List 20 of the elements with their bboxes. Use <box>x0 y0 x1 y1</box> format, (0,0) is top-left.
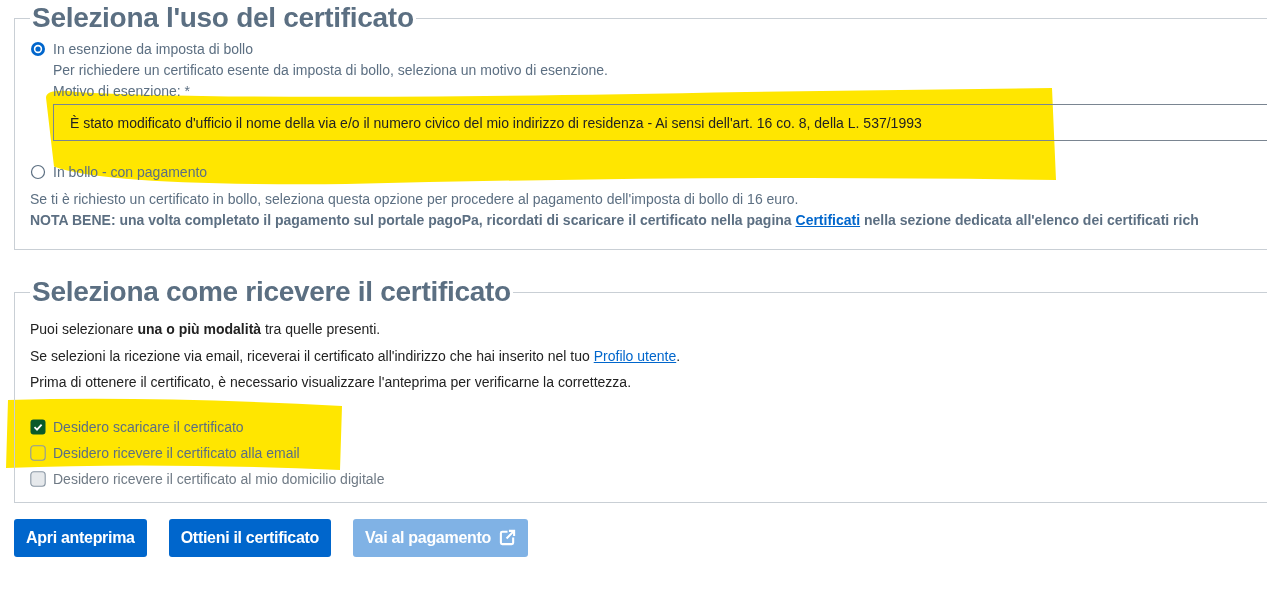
action-button[interactable]: Apri anteprima <box>14 518 147 557</box>
intro-text: Puoi selezionare una o più modalità tra quelle presenti. <box>30 320 382 339</box>
select-field[interactable]: È stato modificato d'ufficio il nome della via e/o il numero civico del mio indirizzo di residenza - Ai sensi dell'art. 16 co. 8, della L. 537/1993 <box>53 104 1267 141</box>
checkbox[interactable] <box>30 444 46 461</box>
external-link-icon <box>498 529 516 546</box>
email-note-text: Se selezioni la ricezione via email, riceverai il certificato all'indirizzo che hai inserito nel tuo Profilo utente. <box>30 346 682 366</box>
radio-label[interactable]: In esenzione da imposta di bollo <box>53 41 254 57</box>
section-title: Seleziona come ricevere il certificato <box>31 275 512 309</box>
radio-button[interactable] <box>30 164 46 180</box>
preview-note-text: Prima di ottenere il certificato, è necessario visualizzare l'anteprima per verificarne la correttezza. <box>30 373 633 392</box>
action-button[interactable]: Ottieni il certificato <box>168 518 332 557</box>
certificati-link[interactable]: Certificati <box>795 212 861 228</box>
hint-text: Per richiedere un certificato esente da imposta di bollo, seleziona un motivo di esenzione. <box>53 61 609 80</box>
note-text: NOTA BENE: una volta completato il pagamento sul portale pagoPa, ricordati di scaricare il certificato nella pagina Certificati nella sezione dedicata all'elenco dei certificati rich <box>30 211 1200 230</box>
section-title: Seleziona l'uso del certificato <box>31 1 415 35</box>
radio-button[interactable] <box>30 41 46 57</box>
checkbox-label[interactable]: Desidero ricevere il certificato alla email <box>53 444 300 461</box>
description-text: Se ti è richiesto un certificato in bollo, seleziona questa opzione per procedere al pagamento dell'imposta di bollo di 16 euro. <box>30 190 800 209</box>
profile-link[interactable]: Profilo utente <box>593 347 677 364</box>
checkbox-label[interactable]: Desidero scaricare il certificato <box>53 418 244 435</box>
